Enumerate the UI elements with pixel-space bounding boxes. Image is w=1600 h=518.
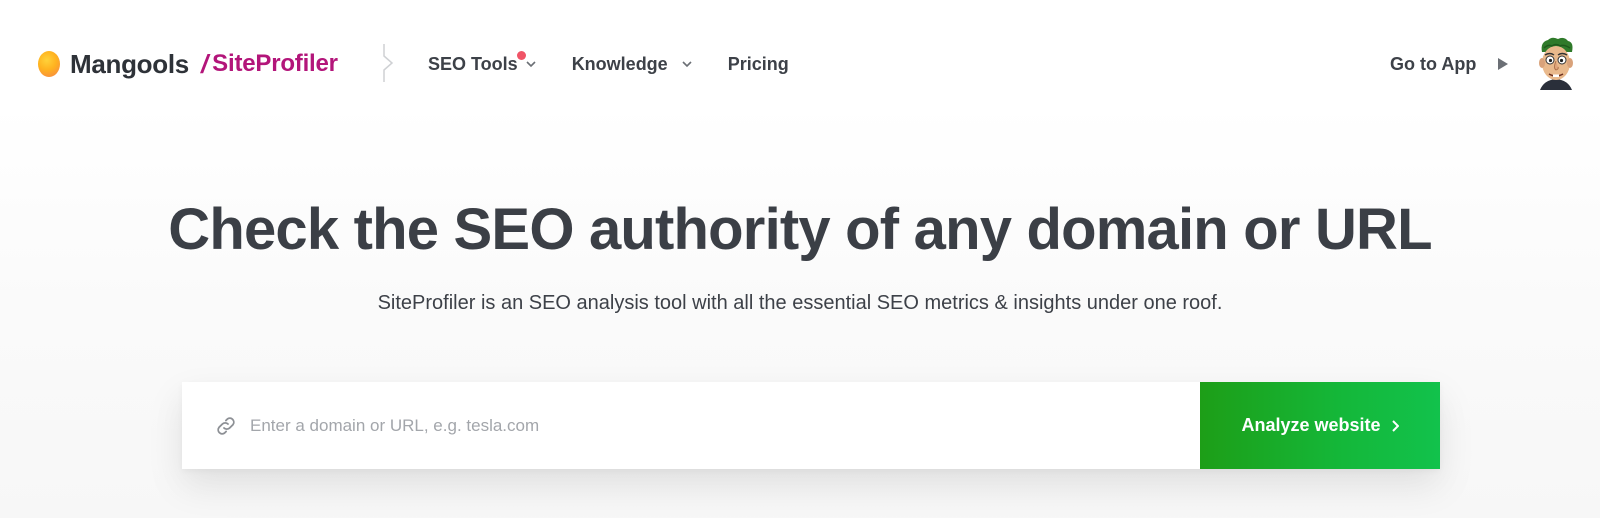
nav-item-label: Knowledge (571, 53, 668, 74)
chevron-down-icon (526, 60, 536, 67)
chevron-right-icon (1391, 419, 1399, 432)
domain-url-input[interactable] (250, 405, 1200, 446)
nav-item-seo-tools[interactable]: SEO Tools (428, 50, 536, 75)
nav-item-knowledge[interactable]: Knowledge (572, 54, 692, 75)
play-arrow-icon (1498, 58, 1509, 70)
nav-item-label: Pricing (727, 53, 789, 74)
analyze-website-button[interactable]: Analyze website (1200, 382, 1440, 469)
search-field-wrapper (182, 382, 1200, 469)
logo-link[interactable]: Mangools / SiteProfiler (38, 47, 338, 81)
page-title: Check the SEO authority of any domain or… (168, 197, 1432, 262)
go-to-app-label: Go to App (1390, 53, 1477, 74)
brand-name: Mangools (70, 48, 189, 79)
top-navigation: Mangools / SiteProfiler SEO Tools Knowle… (0, 0, 1600, 128)
user-avatar[interactable] (1534, 36, 1578, 90)
nav-item-pricing[interactable]: Pricing (728, 54, 789, 75)
analyze-button-label: Analyze website (1241, 415, 1381, 435)
link-icon (217, 416, 235, 435)
notification-dot (517, 50, 526, 60)
brand-slash: / (200, 48, 209, 79)
mangools-ball-icon (38, 51, 60, 77)
chevron-down-icon (682, 60, 692, 67)
nav-divider-chevron-icon (383, 44, 394, 82)
go-to-app-link[interactable]: Go to App (1390, 50, 1509, 78)
search-bar: Analyze website (182, 382, 1440, 469)
nav-menu: SEO Tools Knowledge Pricing (428, 50, 789, 78)
product-name: SiteProfiler (212, 50, 338, 77)
nav-item-label: SEO Tools (428, 53, 518, 74)
page-subtitle: SiteProfiler is an SEO analysis tool wit… (377, 292, 1223, 314)
